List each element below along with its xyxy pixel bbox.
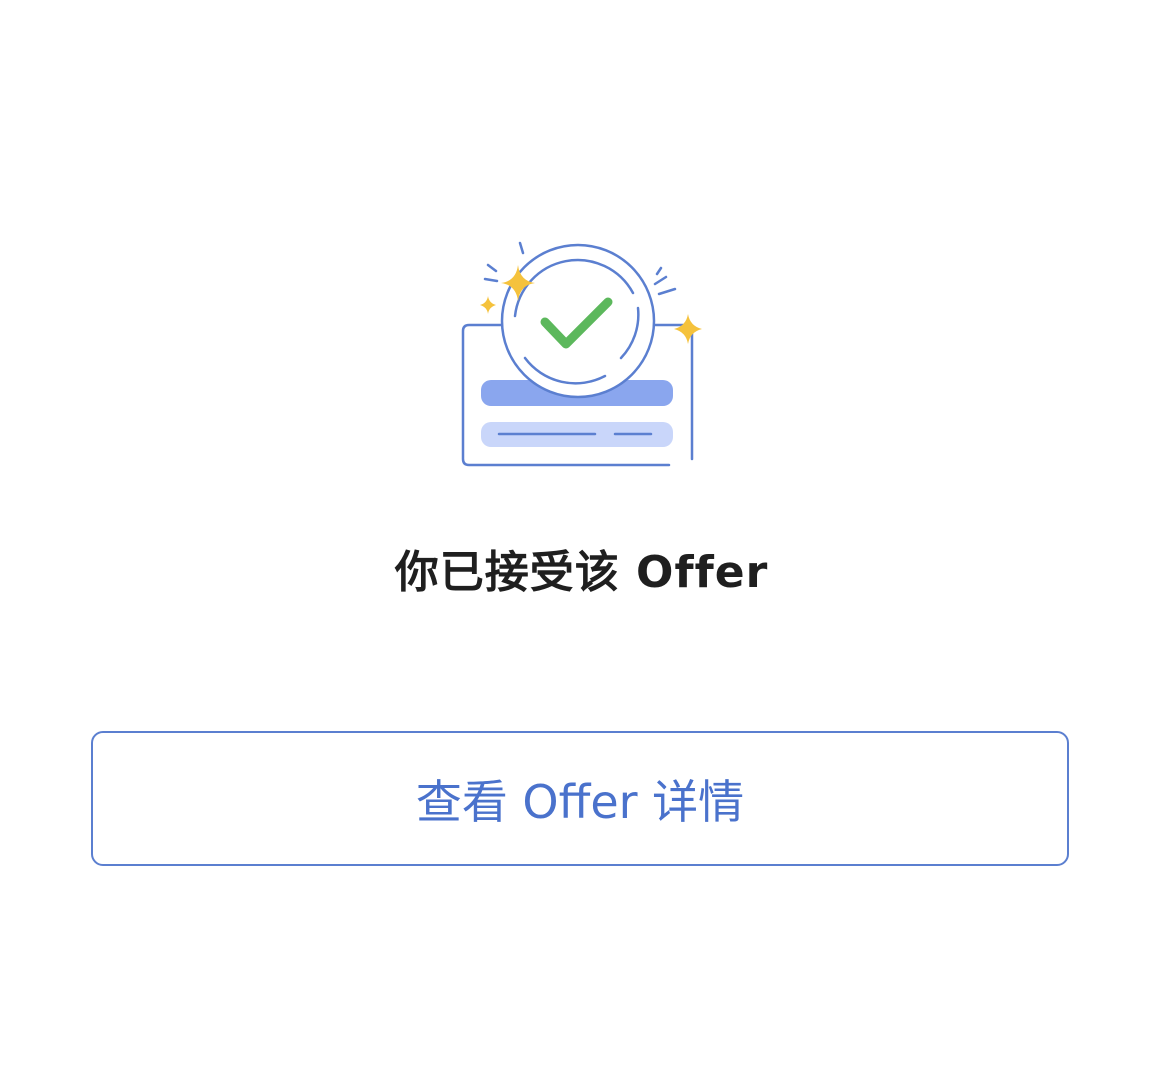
view-offer-details-label: 查看 Offer 详情 <box>415 774 745 829</box>
offer-accepted-title: 你已接受该 Offer <box>394 547 769 598</box>
view-offer-details-button[interactable]: 查看 Offer 详情 <box>91 731 1069 866</box>
offer-accepted-check-icon <box>455 238 715 473</box>
